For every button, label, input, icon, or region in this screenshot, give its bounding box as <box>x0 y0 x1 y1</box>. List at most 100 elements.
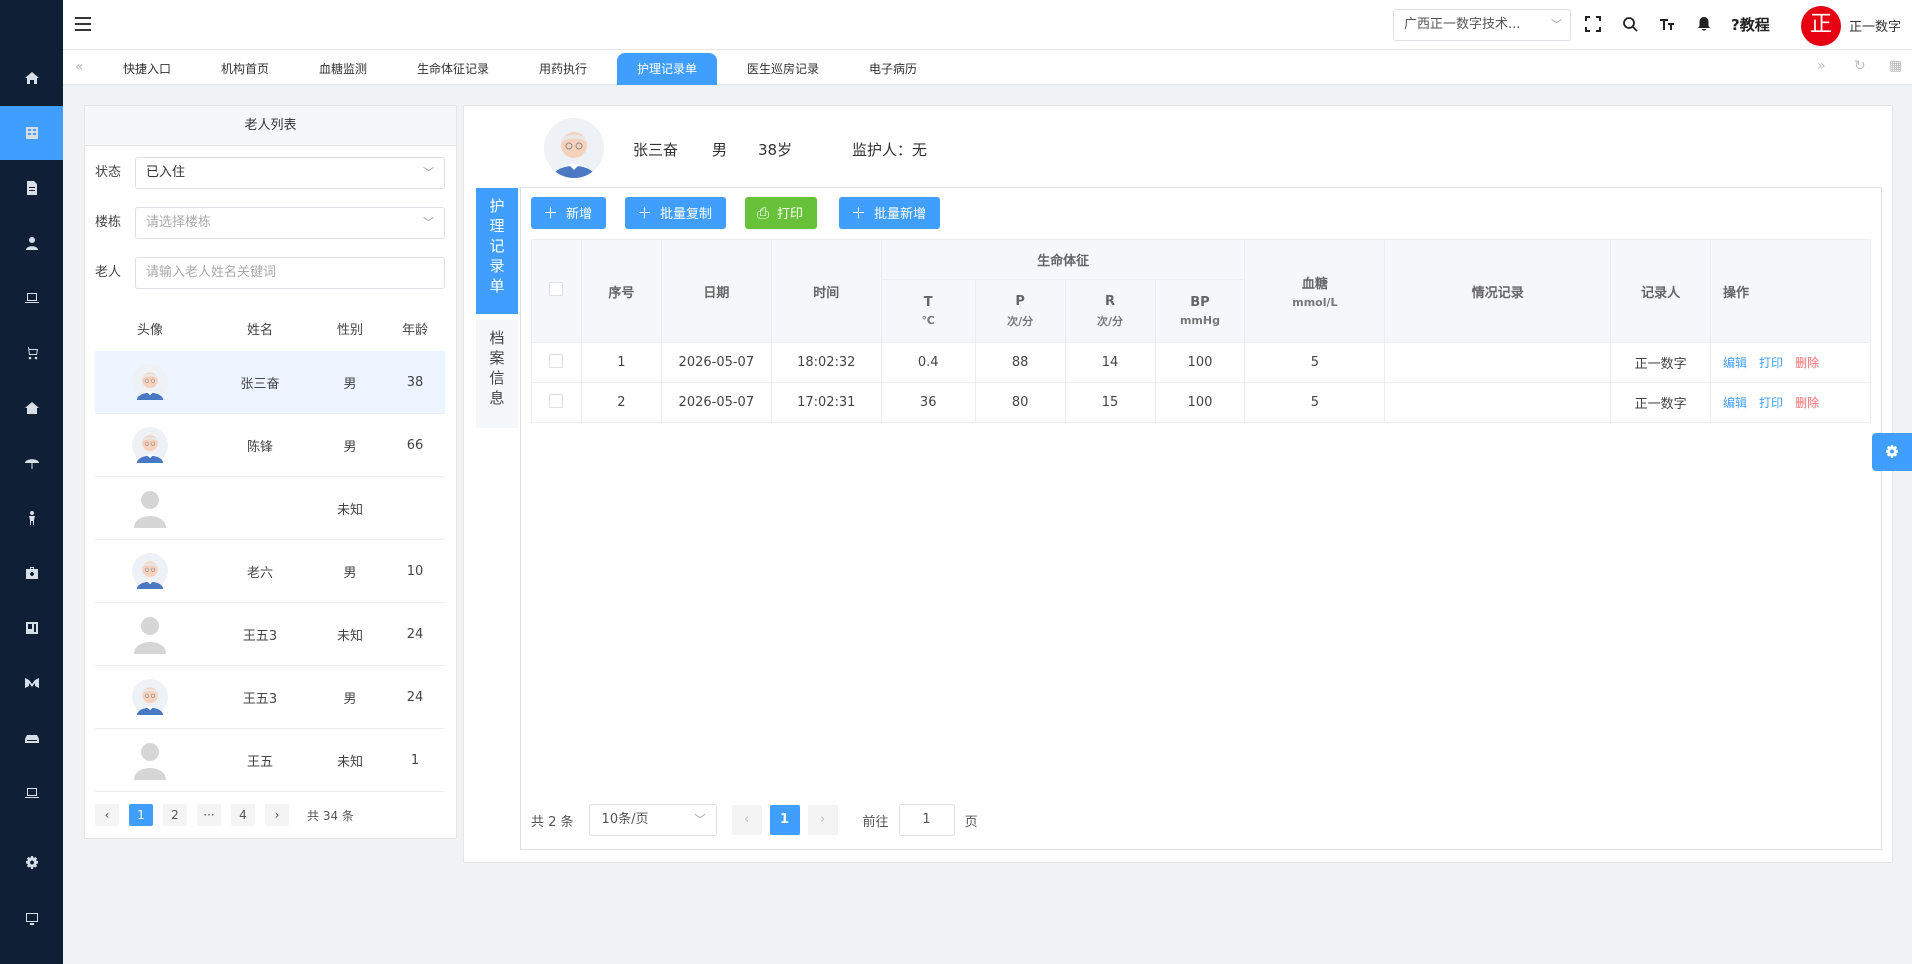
print-button[interactable]: ⎙ 打印 <box>745 197 818 229</box>
menu-toggle-icon[interactable] <box>75 17 91 31</box>
user-avatar[interactable]: 正 <box>1801 6 1841 46</box>
vtab-nursing-record[interactable]: 护理记录单 <box>476 188 518 314</box>
elder-row[interactable]: 陈锋 男 66 <box>95 414 445 477</box>
tab-blood-glucose[interactable]: 血糖监测 <box>299 53 387 85</box>
floating-settings-button[interactable] <box>1872 433 1912 471</box>
select-all-checkbox[interactable] <box>549 282 564 296</box>
status-select[interactable]: 已入住 ﹀ <box>135 157 445 189</box>
sidebar-item-document[interactable] <box>0 161 63 215</box>
sidebar-item-person[interactable] <box>0 491 63 545</box>
document-icon <box>26 181 37 195</box>
user-name[interactable]: 正一数字 <box>1849 16 1901 35</box>
elder-row[interactable]: 老六 男 10 <box>95 540 445 603</box>
refresh-icon[interactable]: ↻ <box>1854 58 1866 74</box>
cell-date: 2026-05-07 <box>660 382 772 423</box>
sidebar-item-home[interactable] <box>0 51 63 105</box>
fullscreen-icon[interactable] <box>1584 15 1602 33</box>
delete-link[interactable]: 删除 <box>1795 356 1819 370</box>
tab-medication[interactable]: 用药执行 <box>519 53 607 85</box>
sidebar-item-board[interactable] <box>0 601 63 655</box>
goto-input[interactable]: 1 <box>898 804 955 836</box>
record-pager-current[interactable]: 1 <box>769 805 800 835</box>
sidebar-item-building[interactable] <box>0 106 63 160</box>
tab-org-home[interactable]: 机构首页 <box>201 53 289 85</box>
tab-nursing-record[interactable]: 护理记录单 <box>617 53 718 85</box>
print-link[interactable]: 打印 <box>1759 396 1783 410</box>
sidebar-item-settings[interactable] <box>0 836 63 890</box>
batch-add-button[interactable]: ＋ 批量新增 <box>839 197 941 229</box>
elder-row[interactable]: 王五3 未知 24 <box>95 603 445 666</box>
search-icon[interactable] <box>1621 15 1639 33</box>
help-link[interactable]: ?教程 <box>1731 14 1770 35</box>
patient-guardian: 监护人：无 <box>852 141 928 159</box>
tab-bar: « 快捷入口 机构首页 血糖监测 生命体征记录 用药执行 护理记录单 医生巡房记… <box>63 50 1912 85</box>
cell-time: 17:02:31 <box>770 382 882 423</box>
monitor-icon <box>24 788 39 798</box>
sidebar <box>0 0 63 964</box>
edit-link[interactable]: 编辑 <box>1723 396 1747 410</box>
pager-page[interactable]: 2 <box>163 804 187 826</box>
edit-link[interactable]: 编辑 <box>1723 356 1747 370</box>
pager-prev[interactable]: ‹ <box>95 804 119 826</box>
row-checkbox[interactable] <box>549 353 564 368</box>
org-select-value: 广西正一数字技术... <box>1404 17 1521 32</box>
tabs-scroll-right-icon[interactable]: » <box>1817 58 1826 74</box>
page-size-select[interactable]: 10条/页 ﹀ <box>588 804 717 836</box>
plus-icon: ＋ <box>637 204 653 222</box>
org-select[interactable]: 广西正一数字技术... ﹀ <box>1393 9 1571 41</box>
elder-row[interactable]: 未知 <box>95 477 445 540</box>
elder-row[interactable]: 张三奋 男 38 <box>95 351 445 414</box>
tab-quick-entry[interactable]: 快捷入口 <box>103 53 191 85</box>
sidebar-item-bed[interactable] <box>0 711 63 765</box>
elder-age: 66 <box>406 437 424 453</box>
elder-row[interactable]: 王五 未知 1 <box>95 729 445 792</box>
cell-p: 88 <box>974 342 1066 383</box>
bell-icon[interactable] <box>1695 15 1713 33</box>
vtab-archive[interactable]: 档案信息 <box>476 320 518 428</box>
sidebar-item-home-2[interactable] <box>0 381 63 435</box>
sidebar-item-medkit[interactable] <box>0 546 63 600</box>
tabs-scroll-left-icon[interactable]: « <box>75 59 84 75</box>
th-bp: BP mmHg <box>1154 279 1246 343</box>
elder-search-input[interactable]: 请输入老人姓名关键词 <box>135 257 445 289</box>
row-checkbox[interactable] <box>549 393 564 408</box>
sidebar-item-cart[interactable] <box>0 326 63 380</box>
font-size-icon[interactable] <box>1658 15 1676 33</box>
record-pager-next[interactable]: › <box>807 805 838 835</box>
row-select-cell <box>531 382 582 423</box>
pager-ellipsis[interactable]: ··· <box>197 804 221 826</box>
pager-page[interactable]: 1 <box>129 804 153 826</box>
tab-emr[interactable]: 电子病历 <box>849 53 937 85</box>
sidebar-item-screen[interactable] <box>0 892 63 946</box>
sidebar-item-monitor[interactable] <box>0 766 63 820</box>
elder-age: 38 <box>406 374 424 390</box>
tab-vital-signs[interactable]: 生命体征记录 <box>397 53 509 85</box>
record-pager-prev[interactable]: ‹ <box>731 805 762 835</box>
add-button-label: 新增 <box>566 207 593 222</box>
elder-avatar <box>95 553 205 589</box>
building-select[interactable]: 请选择楼栋 ﹀ <box>135 207 445 239</box>
print-link[interactable]: 打印 <box>1759 356 1783 370</box>
tab-doctor-rounds[interactable]: 医生巡房记录 <box>727 53 839 85</box>
batch-copy-button[interactable]: ＋ 批量复制 <box>625 197 727 229</box>
th-bp-label: BP <box>1190 295 1210 310</box>
sidebar-item-laptop[interactable] <box>0 271 63 325</box>
grid-icon[interactable]: ▦ <box>1889 58 1902 74</box>
row-select-cell <box>531 342 582 383</box>
delete-link[interactable]: 删除 <box>1795 396 1819 410</box>
th-date: 日期 <box>660 239 772 343</box>
elder-sex: 男 <box>343 439 357 455</box>
patient-age: 38岁 <box>758 141 793 159</box>
sidebar-item-metro[interactable] <box>0 656 63 710</box>
cell-recorder: 正一数字 <box>1610 342 1712 383</box>
status-value: 已入住 <box>146 165 186 180</box>
elder-table-header: 头像 姓名 性别 年龄 <box>95 311 445 351</box>
add-button[interactable]: ＋ 新增 <box>531 197 607 229</box>
sidebar-item-umbrella[interactable] <box>0 436 63 490</box>
elder-row[interactable]: 王五3 男 24 <box>95 666 445 729</box>
elder-label: 老人 <box>95 265 122 280</box>
pager-next[interactable]: › <box>265 804 289 826</box>
pager-page[interactable]: 4 <box>231 804 255 826</box>
sidebar-item-user[interactable] <box>0 216 63 270</box>
cell-r: 15 <box>1064 382 1156 423</box>
